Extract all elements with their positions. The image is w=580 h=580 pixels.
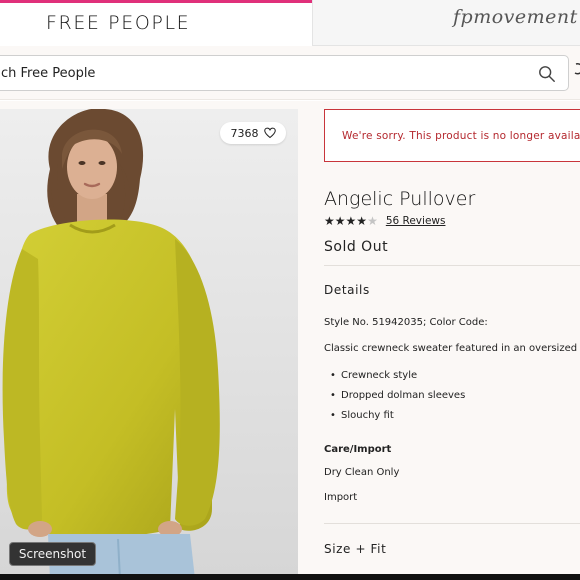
product-rating: ★★★★★ 56 Reviews bbox=[324, 214, 445, 228]
likes-button[interactable]: 7368 bbox=[220, 122, 286, 144]
divider bbox=[324, 265, 580, 266]
feature-item: Slouchy fit bbox=[330, 409, 465, 429]
star-icon: ★ bbox=[324, 214, 335, 228]
alert-message: We're sorry. This product is no longer a… bbox=[342, 130, 580, 142]
star-icon: ★ bbox=[356, 214, 368, 228]
search-input[interactable]: ch Free People bbox=[0, 55, 569, 91]
product-page: 7368 We're sorry. This product is no lon… bbox=[0, 101, 580, 580]
partial-icon[interactable] bbox=[572, 62, 580, 78]
search-row: ch Free People bbox=[0, 46, 580, 100]
details-heading[interactable]: Details bbox=[324, 283, 370, 297]
search-icon[interactable] bbox=[538, 65, 556, 83]
product-title: Angelic Pullover bbox=[324, 188, 476, 210]
heart-icon[interactable] bbox=[263, 127, 276, 139]
tab-free-people[interactable]: FREE PEOPLE bbox=[0, 0, 312, 46]
divider bbox=[324, 523, 580, 524]
tab-fp-movement[interactable]: fpmovement bbox=[312, 0, 580, 46]
star-icon: ★ bbox=[345, 214, 357, 228]
product-image[interactable]: 7368 bbox=[0, 109, 298, 579]
import-info: Import bbox=[324, 492, 358, 503]
fp-movement-logo[interactable]: fpmovement bbox=[453, 6, 578, 28]
care-instructions: Dry Clean Only bbox=[324, 467, 400, 478]
search-placeholder: ch Free People bbox=[1, 66, 96, 81]
style-number: Style No. 51942035; Color Code: bbox=[324, 317, 488, 328]
product-status: Sold Out bbox=[324, 239, 389, 255]
size-fit-heading[interactable]: Size + Fit bbox=[324, 542, 386, 556]
screenshot-tooltip: Screenshot bbox=[9, 542, 96, 566]
star-icon: ★ bbox=[367, 214, 378, 228]
free-people-logo[interactable]: FREE PEOPLE bbox=[46, 12, 190, 34]
product-description: Classic crewneck sweater featured in an … bbox=[324, 343, 580, 354]
rating-stars: ★★★★★ bbox=[324, 214, 378, 228]
brand-bar: FREE PEOPLE fpmovement bbox=[0, 0, 580, 46]
likes-count: 7368 bbox=[230, 126, 259, 140]
care-heading: Care/Import bbox=[324, 444, 392, 455]
unavailable-alert: We're sorry. This product is no longer a… bbox=[324, 109, 580, 162]
bottom-edge bbox=[0, 574, 580, 580]
feature-item: Crewneck style bbox=[330, 369, 465, 389]
model-illustration bbox=[0, 109, 298, 579]
reviews-link[interactable]: 56 Reviews bbox=[386, 215, 446, 227]
feature-list: Crewneck style Dropped dolman sleeves Sl… bbox=[330, 369, 465, 429]
feature-item: Dropped dolman sleeves bbox=[330, 389, 465, 409]
star-icon: ★ bbox=[334, 214, 346, 228]
